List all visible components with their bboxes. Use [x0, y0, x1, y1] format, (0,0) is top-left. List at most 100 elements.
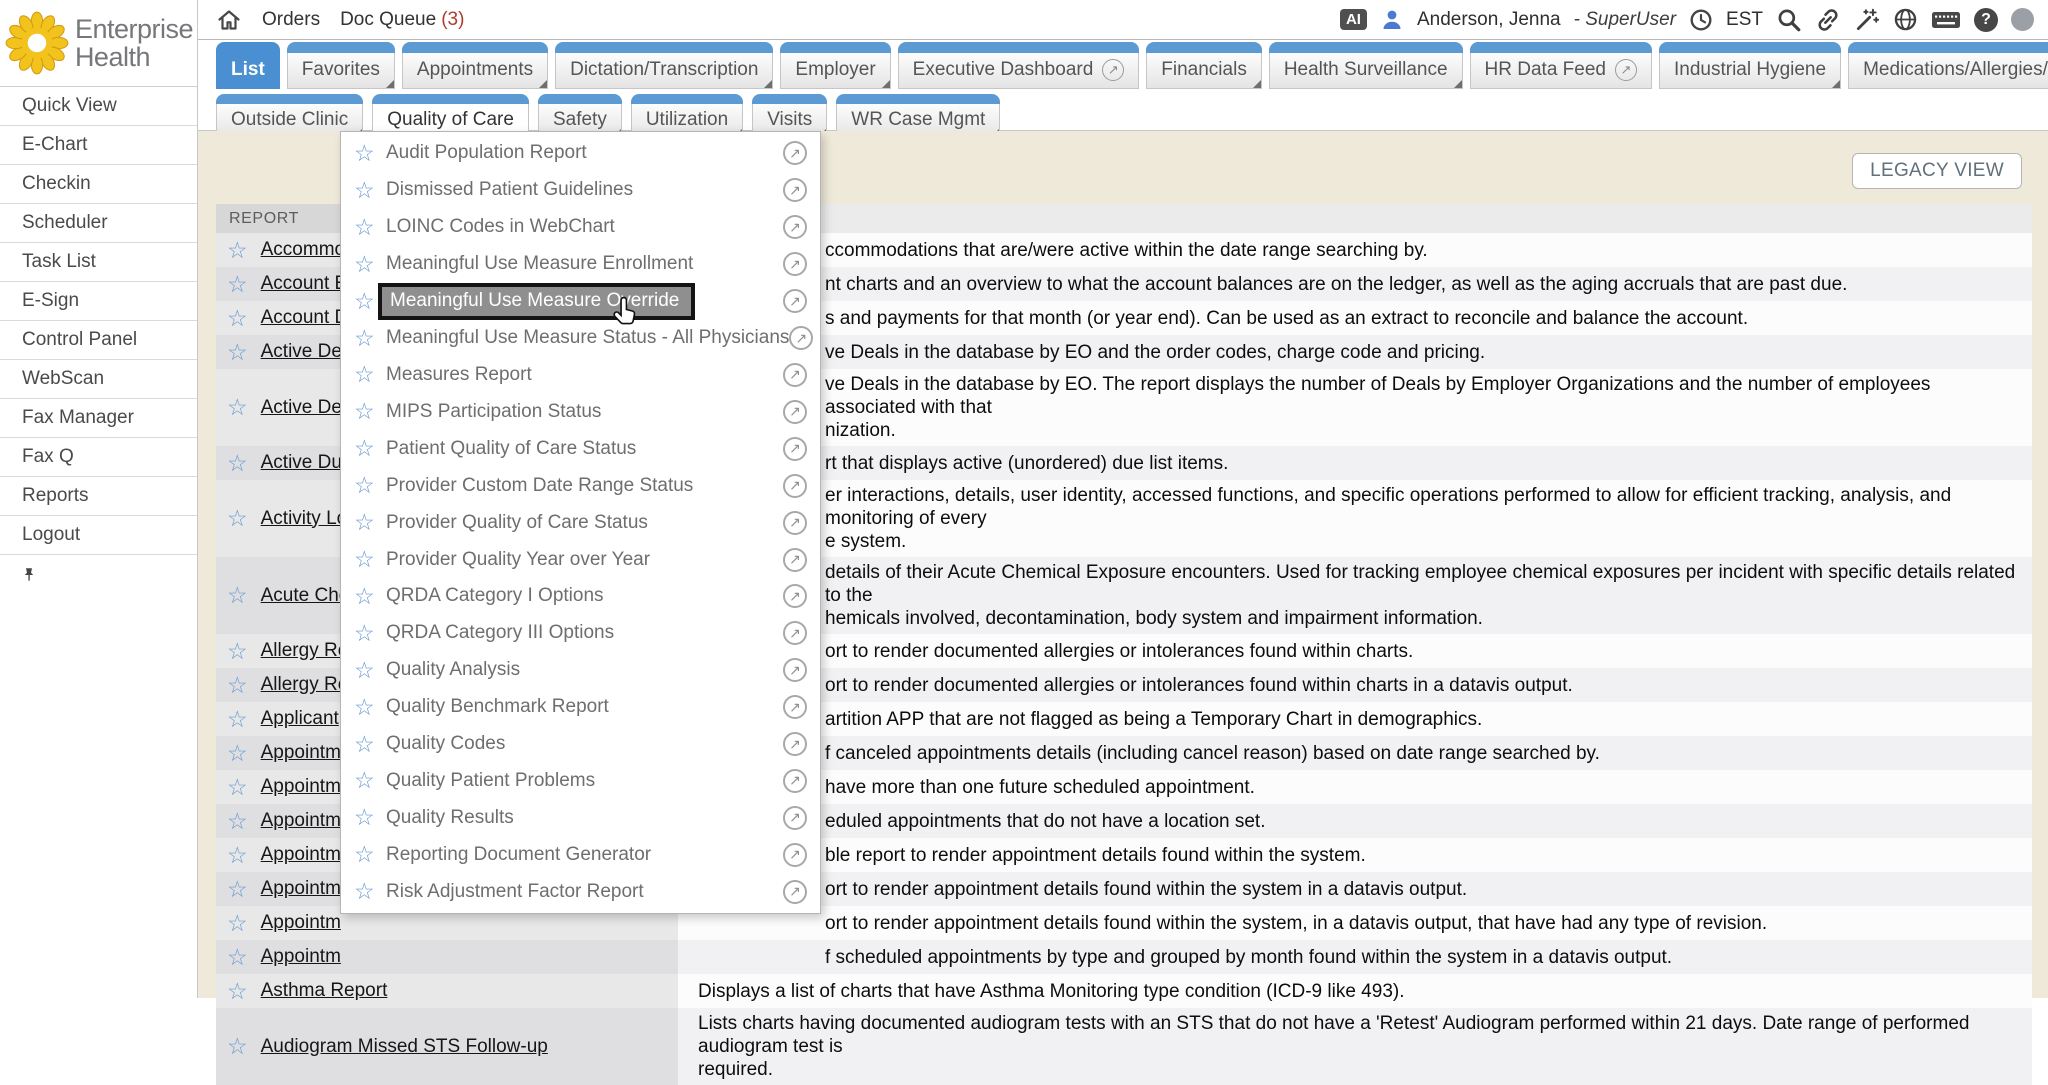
- open-new-window-icon[interactable]: ↗: [783, 289, 807, 313]
- menu-item-provider-custom-date-range-status[interactable]: ☆ Provider Custom Date Range Status ↗: [341, 467, 820, 504]
- link-icon[interactable]: [1815, 7, 1841, 33]
- report-link[interactable]: Asthma Report: [261, 980, 388, 1002]
- menu-item-measures-report[interactable]: ☆ Measures Report ↗: [341, 357, 820, 394]
- favorite-star-icon[interactable]: ☆: [354, 216, 386, 239]
- report-link[interactable]: Acute Che: [261, 585, 350, 607]
- menu-item-quality-patient-problems[interactable]: ☆ Quality Patient Problems ↗: [341, 763, 820, 800]
- sidebar-item-control-panel[interactable]: Control Panel: [0, 321, 197, 360]
- report-link[interactable]: Appointm: [261, 878, 341, 900]
- menu-item-provider-quality-year-over-year[interactable]: ☆ Provider Quality Year over Year ↗: [341, 541, 820, 578]
- favorite-star-icon[interactable]: ☆: [354, 400, 386, 423]
- menu-item-label[interactable]: Meaningful Use Measure Status - All Phys…: [386, 327, 789, 349]
- menu-item-meaningful-use-measure-override[interactable]: ☆ Meaningful Use Measure Override ↗: [341, 283, 820, 320]
- menu-item-label[interactable]: Provider Custom Date Range Status: [386, 475, 693, 497]
- sidebar-item-e-chart[interactable]: E-Chart: [0, 126, 197, 165]
- report-link[interactable]: Account D: [261, 307, 349, 329]
- menu-item-label[interactable]: Quality Results: [386, 807, 514, 829]
- menu-item-label[interactable]: MIPS Participation Status: [386, 401, 601, 423]
- favorite-star-icon[interactable]: ☆: [227, 1035, 248, 1058]
- favorite-star-icon[interactable]: ☆: [354, 733, 386, 756]
- menu-item-quality-codes[interactable]: ☆ Quality Codes ↗: [341, 726, 820, 763]
- open-new-window-icon[interactable]: ↗: [783, 806, 807, 830]
- open-new-window-icon[interactable]: ↗: [1615, 59, 1637, 81]
- sidebar-item-reports[interactable]: Reports: [0, 477, 197, 516]
- sidebar-item-e-sign[interactable]: E-Sign: [0, 282, 197, 321]
- menu-item-provider-quality-of-care-status[interactable]: ☆ Provider Quality of Care Status ↗: [341, 504, 820, 541]
- favorite-star-icon[interactable]: ☆: [227, 239, 248, 262]
- favorite-star-icon[interactable]: ☆: [227, 742, 248, 765]
- favorite-star-icon[interactable]: ☆: [354, 696, 386, 719]
- favorite-star-icon[interactable]: ☆: [227, 946, 248, 969]
- breadcrumb-doc-queue[interactable]: Doc Queue(3): [340, 9, 464, 31]
- menu-item-label[interactable]: LOINC Codes in WebChart: [386, 216, 615, 238]
- menu-item-label[interactable]: Patient Quality of Care Status: [386, 438, 636, 460]
- open-new-window-icon[interactable]: ↗: [783, 215, 807, 239]
- menu-item-quality-analysis[interactable]: ☆ Quality Analysis ↗: [341, 652, 820, 689]
- favorite-star-icon[interactable]: ☆: [354, 437, 386, 460]
- open-new-window-icon[interactable]: ↗: [783, 880, 807, 904]
- breadcrumb-orders[interactable]: Orders: [262, 9, 320, 31]
- open-new-window-icon[interactable]: ↗: [783, 141, 807, 165]
- favorite-star-icon[interactable]: ☆: [227, 341, 248, 364]
- report-link[interactable]: Account E: [261, 273, 348, 295]
- menu-item-reporting-document-generator[interactable]: ☆ Reporting Document Generator ↗: [341, 836, 820, 873]
- menu-item-label[interactable]: Meaningful Use Measure Enrollment: [386, 253, 693, 275]
- favorite-star-icon[interactable]: ☆: [354, 363, 386, 386]
- magic-wand-icon[interactable]: [1854, 7, 1880, 33]
- help-icon[interactable]: ?: [1974, 8, 1998, 32]
- sidebar-item-checkin[interactable]: Checkin: [0, 165, 197, 204]
- menu-item-label[interactable]: QRDA Category I Options: [386, 585, 604, 607]
- open-new-window-icon[interactable]: ↗: [783, 400, 807, 424]
- favorite-star-icon[interactable]: ☆: [227, 708, 248, 731]
- report-link[interactable]: Active Du: [261, 452, 342, 474]
- open-new-window-icon[interactable]: ↗: [783, 584, 807, 608]
- report-link[interactable]: Allergy Re: [261, 640, 349, 662]
- menu-item-qrda-category-i-options[interactable]: ☆ QRDA Category I Options ↗: [341, 578, 820, 615]
- report-link[interactable]: Activity Lo: [261, 508, 348, 530]
- menu-item-meaningful-use-measure-status-all-physicians[interactable]: ☆ Meaningful Use Measure Status - All Ph…: [341, 320, 820, 357]
- menu-item-label[interactable]: Risk Adjustment Factor Report: [386, 881, 644, 903]
- sidebar-item-fax-q[interactable]: Fax Q: [0, 438, 197, 477]
- home-icon[interactable]: [216, 8, 242, 32]
- menu-item-label[interactable]: Provider Quality Year over Year: [386, 549, 650, 571]
- favorite-star-icon[interactable]: ☆: [227, 878, 248, 901]
- menu-item-label[interactable]: QRDA Category III Options: [386, 622, 614, 644]
- legacy-view-button[interactable]: LEGACY VIEW: [1852, 153, 2022, 189]
- keyboard-icon[interactable]: [1931, 8, 1961, 32]
- sidebar-item-webscan[interactable]: WebScan: [0, 360, 197, 399]
- favorite-star-icon[interactable]: ☆: [354, 511, 386, 534]
- tab-dictation-transcription[interactable]: Dictation/Transcription: [555, 42, 773, 89]
- menu-item-label[interactable]: Provider Quality of Care Status: [386, 512, 648, 534]
- favorite-star-icon[interactable]: ☆: [227, 980, 248, 1003]
- favorite-star-icon[interactable]: ☆: [354, 142, 386, 165]
- tab-list[interactable]: List: [216, 42, 280, 89]
- report-link[interactable]: Appointm: [261, 844, 341, 866]
- menu-item-label[interactable]: Quality Benchmark Report: [386, 696, 609, 718]
- favorite-star-icon[interactable]: ☆: [227, 452, 248, 475]
- favorite-star-icon[interactable]: ☆: [354, 806, 386, 829]
- report-link[interactable]: Applicant: [261, 708, 339, 730]
- open-new-window-icon[interactable]: ↗: [783, 732, 807, 756]
- favorite-star-icon[interactable]: ☆: [227, 507, 248, 530]
- menu-item-label[interactable]: Quality Patient Problems: [386, 770, 595, 792]
- sidebar-item-fax-manager[interactable]: Fax Manager: [0, 399, 197, 438]
- pushpin-icon[interactable]: [20, 566, 38, 584]
- open-new-window-icon[interactable]: ↗: [783, 511, 807, 535]
- favorite-star-icon[interactable]: ☆: [354, 548, 386, 571]
- menu-item-patient-quality-of-care-status[interactable]: ☆ Patient Quality of Care Status ↗: [341, 430, 820, 467]
- favorite-star-icon[interactable]: ☆: [227, 810, 248, 833]
- favorite-star-icon[interactable]: ☆: [227, 396, 248, 419]
- menu-item-qrda-category-iii-options[interactable]: ☆ QRDA Category III Options ↗: [341, 615, 820, 652]
- timezone-clock-icon[interactable]: [1689, 8, 1713, 32]
- open-new-window-icon[interactable]: ↗: [783, 695, 807, 719]
- sidebar-item-quick-view[interactable]: Quick View: [0, 87, 197, 126]
- report-link[interactable]: Appointm: [261, 946, 341, 968]
- favorite-star-icon[interactable]: ☆: [354, 843, 386, 866]
- tab-financials[interactable]: Financials: [1146, 42, 1262, 89]
- open-new-window-icon[interactable]: ↗: [783, 437, 807, 461]
- sidebar-item-task-list[interactable]: Task List: [0, 243, 197, 282]
- favorite-star-icon[interactable]: ☆: [227, 307, 248, 330]
- favorite-star-icon[interactable]: ☆: [354, 179, 386, 202]
- sidebar-item-logout[interactable]: Logout: [0, 516, 197, 555]
- menu-item-label[interactable]: Audit Population Report: [386, 142, 587, 164]
